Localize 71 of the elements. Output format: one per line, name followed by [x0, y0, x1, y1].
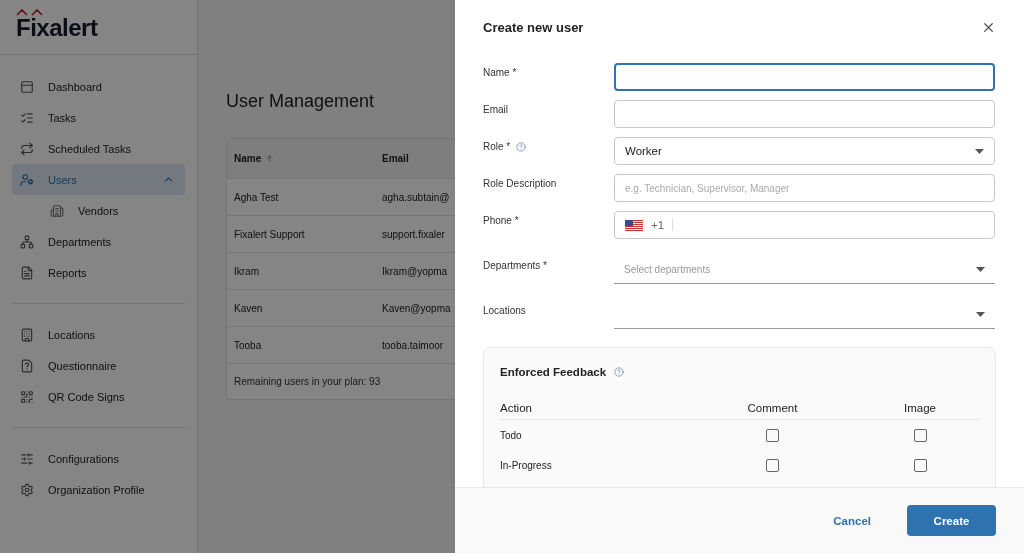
- drawer-title: Create new user: [483, 20, 584, 35]
- remaining-users-text: Remaining users in your plan: 93: [233, 375, 382, 389]
- action-label: Todo: [500, 429, 523, 441]
- nav-icon: [20, 358, 34, 373]
- nav-item[interactable]: Users: [12, 164, 185, 195]
- caret-icon: [975, 148, 984, 154]
- field-label: Role *: [483, 141, 511, 152]
- checkbox[interactable]: [913, 458, 927, 472]
- nav-item[interactable]: Tasks: [12, 102, 185, 133]
- column-header: Image: [904, 401, 936, 414]
- cancel-button[interactable]: Cancel: [827, 513, 877, 528]
- nav-item[interactable]: Organization Profile: [12, 474, 185, 505]
- nav-item[interactable]: Vendors: [12, 195, 185, 226]
- nav-item[interactable]: Questionnaire: [12, 350, 185, 381]
- field-label: Role Description: [483, 178, 557, 189]
- table-cell: tooba.taimoor: [382, 339, 444, 351]
- select-field[interactable]: Worker: [614, 137, 995, 165]
- nav-item[interactable]: Configurations: [12, 443, 185, 474]
- logo: Fixalert: [16, 16, 99, 40]
- nav-item[interactable]: Locations: [12, 319, 185, 350]
- nav-item[interactable]: Dashboard: [12, 71, 185, 102]
- nav-icon: [50, 203, 64, 218]
- caret-icon: [976, 312, 985, 317]
- caret-icon: [976, 267, 985, 272]
- checkbox[interactable]: [766, 428, 779, 442]
- nav-icon: [20, 79, 34, 94]
- column-header: Action: [500, 401, 533, 414]
- logo-roof-icon: [16, 9, 44, 16]
- table-cell: Tooba: [234, 339, 262, 351]
- field-label: Name *: [483, 67, 517, 78]
- action-label: In-Progress: [500, 459, 553, 471]
- table-cell: Ikram: [234, 265, 259, 277]
- column-header[interactable]: Name: [234, 153, 262, 164]
- text-field[interactable]: [614, 63, 995, 91]
- multiselect-field[interactable]: Select departments: [614, 256, 995, 284]
- table-cell: Fixalert Support: [234, 228, 305, 240]
- field-label: Email: [483, 104, 508, 115]
- nav-icon: [20, 451, 34, 466]
- column-header: Comment: [747, 401, 798, 414]
- nav-icon: [20, 389, 34, 404]
- nav-item[interactable]: Departments: [12, 226, 185, 257]
- nav-item[interactable]: QR Code Signs: [12, 381, 185, 412]
- nav-icon: [20, 172, 34, 187]
- table-cell: Kaven: [234, 302, 263, 314]
- nav-icon: [20, 265, 34, 280]
- close-button[interactable]: [981, 20, 996, 35]
- text-field[interactable]: e.g. Technician, Supervisor, Manager: [614, 174, 995, 202]
- create-button[interactable]: Create: [907, 505, 996, 536]
- text-field[interactable]: [614, 100, 995, 128]
- column-header[interactable]: Email: [382, 153, 409, 164]
- nav-icon: [20, 234, 34, 249]
- checkbox[interactable]: [766, 458, 779, 472]
- nav-icon: [20, 327, 34, 342]
- field-label: Departments *: [483, 259, 547, 271]
- table-cell: Ikram@yopma: [382, 265, 448, 277]
- nav-icon: [20, 110, 34, 125]
- table-cell: support.fixaler: [382, 228, 445, 240]
- nav-icon: [20, 141, 34, 156]
- table-cell: Kaven@yopma: [382, 302, 451, 314]
- nav-item[interactable]: Reports: [12, 257, 185, 288]
- nav-icon: [20, 482, 34, 497]
- panel-title: Enforced Feedback: [500, 366, 607, 378]
- table-cell: Agha Test: [234, 191, 279, 203]
- page-title: User Management: [226, 90, 375, 112]
- field-label: Locations: [483, 304, 526, 316]
- flag-icon: [625, 219, 643, 231]
- phone-field[interactable]: +1: [614, 211, 995, 239]
- table-cell: agha.subtain@: [382, 191, 450, 203]
- field-label: Phone *: [483, 215, 519, 226]
- checkbox[interactable]: [913, 428, 927, 442]
- nav-item[interactable]: Scheduled Tasks: [12, 133, 185, 164]
